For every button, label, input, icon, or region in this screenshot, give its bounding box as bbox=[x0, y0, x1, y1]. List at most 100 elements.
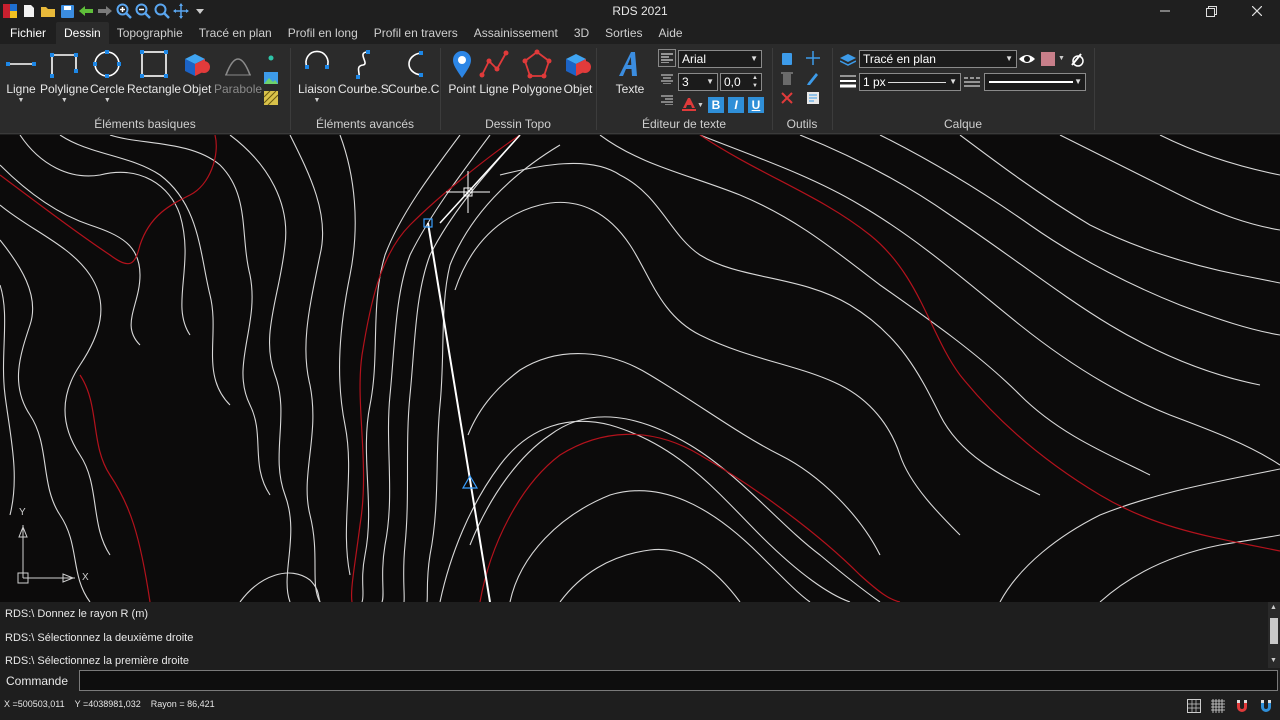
rectangle-tool[interactable]: Rectangle bbox=[127, 48, 181, 96]
layer-color-swatch[interactable] bbox=[1039, 51, 1057, 67]
group-text-editor: Texte Arial ▼ 3 ▼ 0,0 ▲ ▼ ▼ B I U Éditeur… bbox=[596, 44, 772, 134]
liaison-icon bbox=[301, 48, 333, 80]
ortho-magnet-icon[interactable] bbox=[1258, 698, 1274, 714]
courbe-s-tool[interactable]: Courbe.S bbox=[338, 48, 389, 96]
close-button[interactable] bbox=[1234, 0, 1280, 22]
hatch-icon[interactable] bbox=[263, 90, 279, 106]
courbe-c-label: Courbe.C bbox=[388, 82, 440, 96]
properties-icon[interactable] bbox=[805, 90, 821, 106]
copy-icon[interactable] bbox=[779, 50, 795, 66]
polyligne-dropdown-icon[interactable]: ▼ bbox=[61, 97, 68, 104]
group-label-basic: Éléments basiques bbox=[94, 117, 196, 131]
line-weight-select[interactable]: 1 px ▼ bbox=[859, 73, 961, 91]
scroll-up-icon[interactable]: ▲ bbox=[1270, 604, 1277, 611]
history-scrollbar[interactable]: ▲ ▼ bbox=[1268, 602, 1280, 668]
topo-ligne-tool[interactable]: Ligne bbox=[478, 48, 510, 96]
topo-object-icon bbox=[562, 48, 594, 80]
font-select[interactable]: Arial ▼ bbox=[678, 50, 762, 68]
trim-icon[interactable] bbox=[779, 90, 795, 106]
tab-fichier[interactable]: Fichier bbox=[0, 22, 57, 44]
ribbon-tabs: Fichier Dessin Topographie Tracé en plan… bbox=[0, 22, 1280, 44]
restore-button[interactable] bbox=[1188, 0, 1234, 22]
point-small-icon[interactable] bbox=[263, 50, 279, 66]
liaison-dropdown-icon[interactable]: ▼ bbox=[314, 97, 321, 104]
contour-line bbox=[559, 548, 741, 602]
contour-line bbox=[381, 135, 491, 602]
texte-label: Texte bbox=[615, 82, 645, 96]
texte-tool[interactable]: Texte bbox=[614, 48, 646, 96]
contour-map[interactable] bbox=[0, 135, 1280, 602]
polyligne-tool[interactable]: Polyligne ▼ bbox=[40, 48, 89, 104]
cercle-dropdown-icon[interactable]: ▼ bbox=[104, 97, 111, 104]
align-center-icon[interactable] bbox=[659, 71, 675, 87]
drawing-canvas[interactable]: Y X bbox=[0, 135, 1280, 602]
parabole-tool[interactable]: Parabole bbox=[214, 48, 262, 96]
move-icon[interactable] bbox=[805, 50, 821, 66]
radius-readout: Rayon = 86,421 bbox=[150, 699, 215, 709]
contour-line bbox=[0, 204, 111, 556]
status-bar: X =500503,011 Y =4038981,032 Rayon = 86,… bbox=[0, 692, 1280, 720]
layer-dropdown-icon: ▼ bbox=[1005, 54, 1013, 63]
delete-icon[interactable] bbox=[779, 70, 795, 86]
minimize-button[interactable] bbox=[1142, 0, 1188, 22]
object-icon bbox=[181, 48, 213, 80]
topo-line-icon bbox=[478, 48, 510, 80]
group-label-topo: Dessin Topo bbox=[485, 117, 551, 131]
cercle-tool[interactable]: Cercle ▼ bbox=[90, 48, 125, 104]
tab-trace-en-plan[interactable]: Tracé en plan bbox=[191, 22, 280, 44]
contour-line bbox=[454, 201, 961, 536]
align-left-icon[interactable] bbox=[658, 49, 676, 67]
selected-alignment[interactable] bbox=[423, 135, 521, 602]
font-dropdown-icon: ▼ bbox=[750, 54, 758, 63]
liaison-label: Liaison bbox=[298, 82, 337, 96]
tab-aide[interactable]: Aide bbox=[651, 22, 691, 44]
tab-dessin[interactable]: Dessin bbox=[56, 22, 109, 44]
command-input[interactable] bbox=[79, 670, 1278, 691]
tab-topographie[interactable]: Topographie bbox=[109, 22, 191, 44]
scroll-down-icon[interactable]: ▼ bbox=[1270, 657, 1277, 664]
text-angle-spinner[interactable]: 0,0 ▲ ▼ bbox=[720, 73, 762, 91]
layer-color-dropdown-icon[interactable]: ▼ bbox=[1058, 55, 1065, 62]
history-line: RDS:\ Donnez le rayon R (m) bbox=[5, 608, 149, 620]
major-contour-line bbox=[479, 433, 901, 602]
app-title: RDS 2021 bbox=[612, 4, 668, 18]
line-type-select[interactable]: ▼ bbox=[984, 73, 1086, 91]
tab-profil-en-long[interactable]: Profil en long bbox=[280, 22, 366, 44]
scrollbar-thumb[interactable] bbox=[1270, 618, 1278, 644]
visibility-eye-icon[interactable] bbox=[1019, 51, 1035, 67]
history-line: RDS:\ Sélectionnez la deuxième droite bbox=[5, 632, 194, 644]
italic-button[interactable]: I bbox=[728, 97, 744, 113]
text-color-dropdown-icon[interactable]: ▼ bbox=[697, 102, 704, 109]
tab-profil-en-travers[interactable]: Profil en travers bbox=[366, 22, 466, 44]
courbe-s-label: Courbe.S bbox=[338, 82, 389, 96]
tab-sorties[interactable]: Sorties bbox=[597, 22, 650, 44]
objet-tool[interactable]: Objet bbox=[181, 48, 213, 96]
layer-select[interactable]: Tracé en plan ▼ bbox=[859, 50, 1017, 68]
liaison-tool[interactable]: Liaison ▼ bbox=[298, 48, 336, 104]
edit-pencil-icon[interactable] bbox=[805, 70, 821, 86]
line-type-dropdown-icon: ▼ bbox=[1074, 77, 1082, 86]
tab-assainissement[interactable]: Assainissement bbox=[466, 22, 566, 44]
ligne-tool[interactable]: Ligne ▼ bbox=[5, 48, 37, 104]
major-contour-line bbox=[699, 135, 1280, 552]
point-tool[interactable]: Point bbox=[446, 48, 478, 96]
rectangle-icon bbox=[138, 48, 170, 80]
text-size-select[interactable]: 3 ▼ bbox=[678, 73, 718, 91]
rds-window: RDS 2021 Fichier Dessin Topographie Trac… bbox=[0, 0, 1280, 720]
align-right-icon[interactable] bbox=[659, 92, 675, 108]
line-weight-value: 1 px bbox=[863, 75, 886, 89]
text-color-icon[interactable] bbox=[681, 96, 697, 112]
ligne-dropdown-icon[interactable]: ▼ bbox=[18, 97, 25, 104]
tab-3d[interactable]: 3D bbox=[566, 22, 597, 44]
grid-icon[interactable] bbox=[1186, 698, 1202, 714]
image-icon[interactable] bbox=[263, 70, 279, 86]
underline-button[interactable]: U bbox=[748, 97, 764, 113]
snap-grid-icon[interactable] bbox=[1210, 698, 1226, 714]
bold-button[interactable]: B bbox=[708, 97, 724, 113]
courbe-c-tool[interactable]: Courbe.C bbox=[388, 48, 439, 96]
topo-objet-tool[interactable]: Objet bbox=[562, 48, 594, 96]
object-snap-magnet-icon[interactable] bbox=[1234, 698, 1250, 714]
layer-properties-icon[interactable] bbox=[1069, 51, 1085, 67]
contour-line bbox=[959, 135, 1280, 284]
polygone-tool[interactable]: Polygone bbox=[512, 48, 562, 96]
